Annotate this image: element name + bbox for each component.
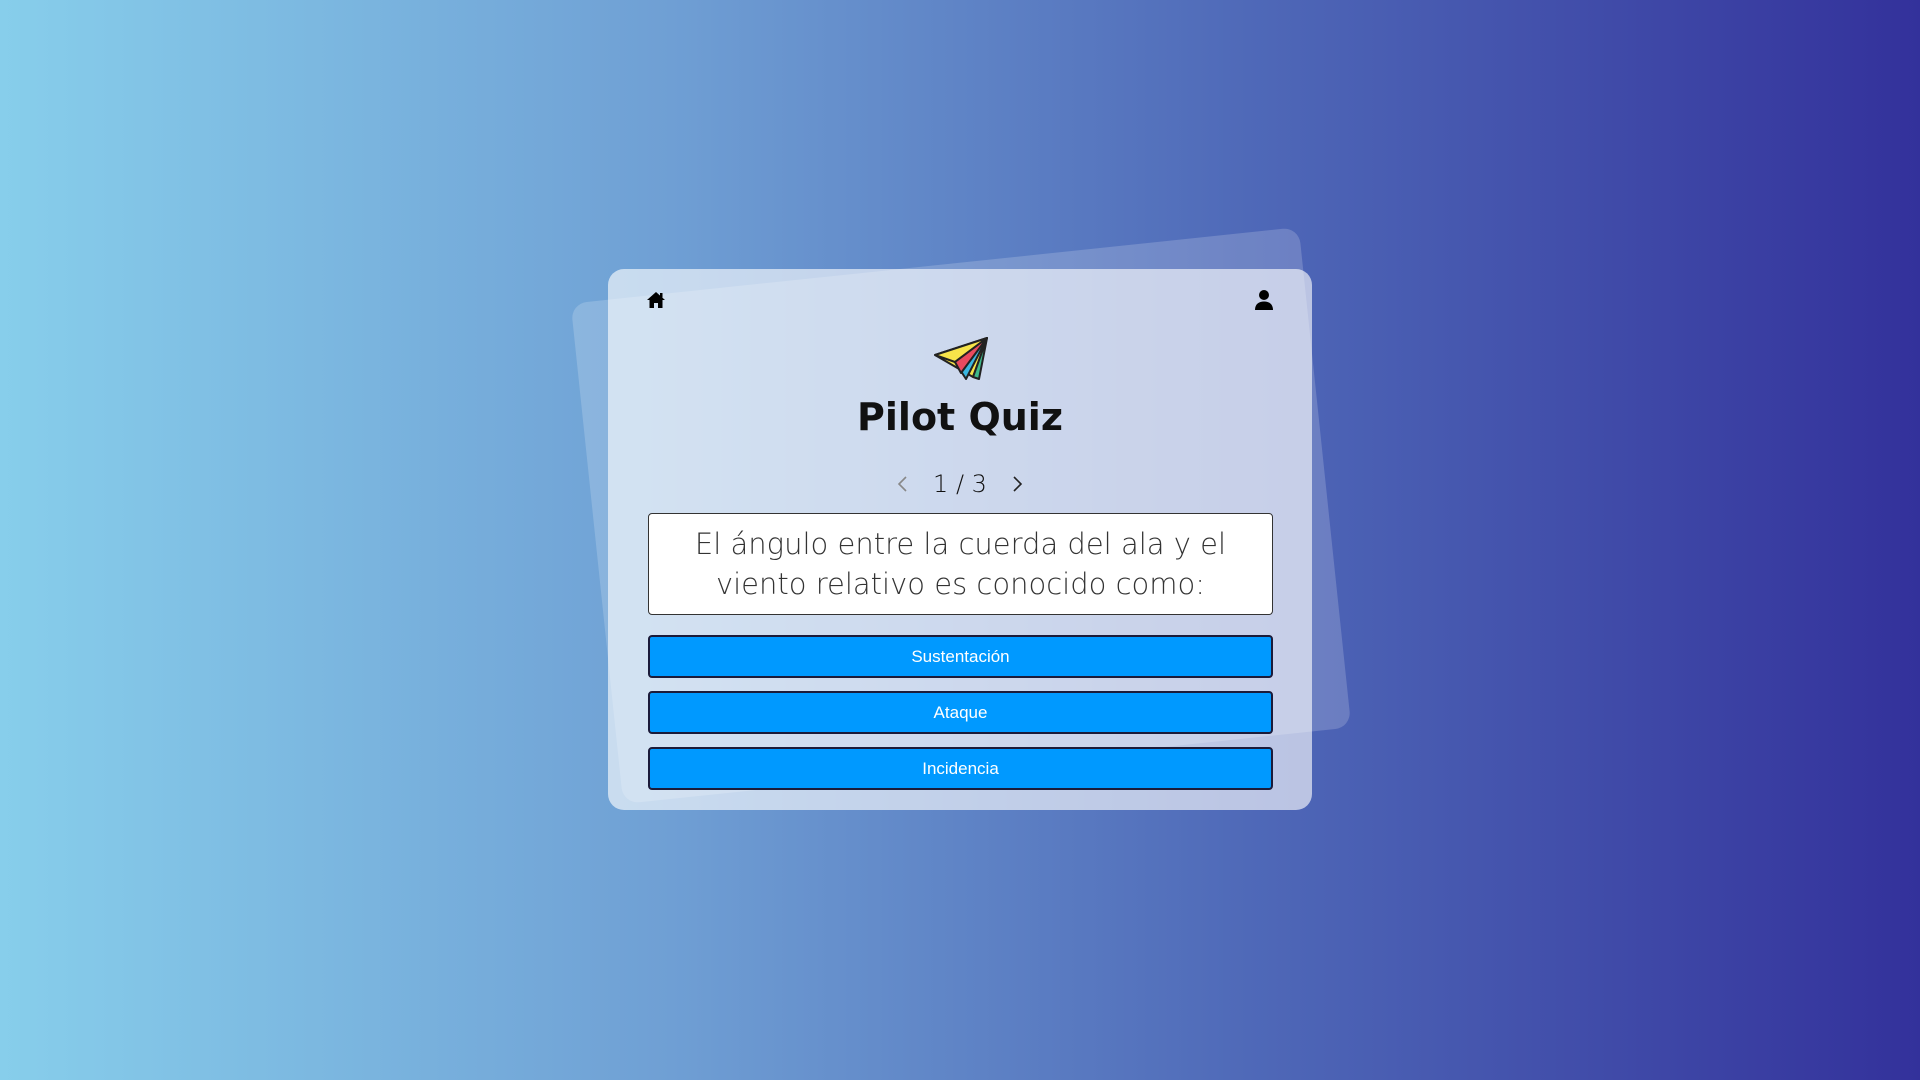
question-text: El ángulo entre la cuerda del ala y el v… <box>694 527 1227 601</box>
user-icon[interactable] <box>1254 289 1274 311</box>
question-text-box: El ángulo entre la cuerda del ala y el v… <box>648 513 1273 615</box>
paper-plane-icon <box>933 335 989 381</box>
question-counter: 1 / 3 <box>933 470 987 498</box>
chevron-right-icon[interactable] <box>1005 472 1029 496</box>
question-pager: 1 / 3 <box>608 467 1312 501</box>
answer-button-ataque[interactable]: Ataque <box>648 691 1273 734</box>
quiz-card: Pilot Quiz 1 / 3 El ángulo entre la cuer… <box>608 269 1312 810</box>
page-title: Pilot Quiz <box>857 395 1063 439</box>
chevron-left-icon[interactable] <box>891 472 915 496</box>
answer-button-sustentacion[interactable]: Sustentación <box>648 635 1273 678</box>
answer-button-incidencia[interactable]: Incidencia <box>648 747 1273 790</box>
answer-list: Sustentación Ataque Incidencia <box>648 635 1273 803</box>
home-icon[interactable] <box>646 290 666 310</box>
